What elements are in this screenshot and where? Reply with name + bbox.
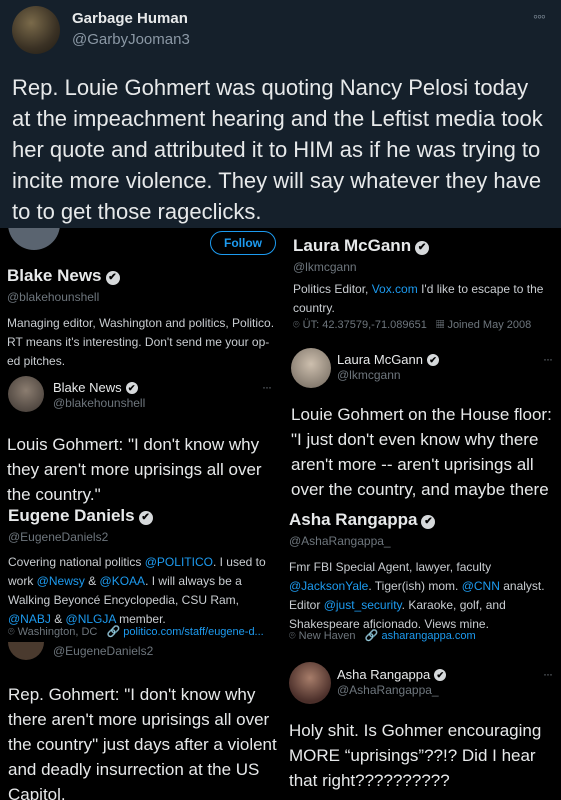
bio-text: & — [50, 612, 66, 626]
more-options-icon[interactable]: ◦◦◦ — [533, 8, 546, 24]
author-handle[interactable]: @lkmcgann — [337, 368, 401, 382]
avatar[interactable] — [8, 228, 60, 250]
avatar[interactable] — [291, 348, 331, 388]
author-handle[interactable]: @GarbyJooman3 — [72, 31, 190, 48]
profile-card-asha: Asha Rangappa ✔ @AshaRangappa_ Fmr FBI Sp… — [285, 508, 561, 654]
tweet-text: Louie Gohmert on the House floor: "I jus… — [291, 405, 552, 508]
tweet-laura: Laura McGann ✔ @lkmcgann ··· Louie Gohmer… — [285, 336, 561, 508]
profile-name[interactable]: Blake News — [7, 266, 102, 285]
location-icon: ⌾ — [289, 630, 296, 642]
bio-text: Covering national politics — [8, 555, 145, 569]
website-link[interactable]: politico.com/staff/eugene-d... — [123, 626, 263, 638]
tweet-text: Rep. Gohmert: "I don't know why there ar… — [8, 685, 277, 800]
verified-icon: ✔ — [421, 515, 436, 529]
mention-link[interactable]: @CNN — [462, 579, 500, 593]
bio-text: Fmr FBI Special Agent, lawyer, faculty — [289, 560, 492, 574]
profile-bio: Fmr FBI Special Agent, lawyer, faculty @… — [289, 558, 557, 634]
location-text: New Haven — [298, 630, 356, 642]
main-tweet: Garbage Human @GarbyJooman3 ◦◦◦ Rep. Lou… — [0, 0, 561, 228]
more-options-icon[interactable]: ··· — [262, 380, 272, 394]
author-name[interactable]: Asha Rangappa — [337, 667, 430, 682]
mention-link[interactable]: @Newsy — [37, 574, 85, 588]
author-name[interactable]: Blake News — [53, 380, 122, 395]
verified-icon: ✔ — [125, 382, 138, 394]
profile-handle[interactable]: @EugeneDaniels2 — [8, 530, 108, 544]
profile-name[interactable]: Laura McGann — [293, 236, 411, 255]
joined-text: Joined May 2008 — [447, 319, 532, 331]
profile-card-eugene: Eugene Daniels ✔ @EugeneDaniels2 Covering… — [0, 506, 285, 642]
profile-handle[interactable]: @blakehounshell — [7, 290, 99, 304]
follow-button[interactable]: Follow — [210, 231, 276, 255]
tweet-eugene: @EugeneDaniels2 Rep. Gohmert: "I don't k… — [0, 642, 285, 800]
profile-bio: Managing editor, Washington and politics… — [7, 316, 275, 368]
profile-meta: ⌾ ÜT: 42.37579,-71.089651 ▦ Joined May 2… — [293, 319, 559, 332]
website-link[interactable]: Vox.com — [372, 282, 418, 296]
author-name[interactable]: Garbage Human — [72, 10, 188, 27]
location-text: Washington, DC — [17, 626, 98, 638]
profile-bio: Politics Editor, Vox.com I'd like to esc… — [293, 280, 555, 318]
mention-link[interactable]: @NLGJA — [66, 612, 116, 626]
website-link[interactable]: asharangappa.com — [381, 630, 475, 642]
bio-text: . Tiger(ish) mom. — [368, 579, 462, 593]
author-handle[interactable]: @EugeneDaniels2 — [53, 644, 153, 658]
author-handle[interactable]: @blakehounshell — [53, 396, 145, 410]
more-options-icon[interactable]: ··· — [543, 352, 553, 366]
profile-card-laura: Laura McGann ✔ @lkmcgann Politics Editor,… — [285, 228, 561, 336]
more-options-icon[interactable]: ··· — [543, 667, 553, 681]
avatar[interactable] — [289, 662, 331, 704]
tweet-text: Holy shit. Is Gohmer encouraging MORE “u… — [289, 721, 542, 790]
profile-meta: ⌾ New Haven 🔗 asharangappa.com — [289, 629, 559, 643]
location-text: ÜT: 42.37579,-71.089651 — [302, 319, 427, 331]
author-name[interactable]: Laura McGann — [337, 352, 423, 367]
location-icon: ⌾ — [293, 319, 300, 331]
link-icon: 🔗 — [364, 630, 379, 642]
profile-meta: ⌾ Washington, DC 🔗 politico.com/staff/eu… — [8, 625, 283, 639]
mention-link[interactable]: @NABJ — [8, 612, 51, 626]
mention-link[interactable]: @JacksonYale — [289, 579, 368, 593]
avatar[interactable] — [8, 376, 44, 412]
location-icon: ⌾ — [8, 626, 15, 638]
tweet-asha: Asha Rangappa ✔ @AshaRangappa_ ··· Holy s… — [285, 654, 561, 800]
verified-icon: ✔ — [105, 271, 120, 285]
verified-icon: ✔ — [427, 354, 439, 366]
bio-text: & — [84, 574, 100, 588]
tweet-text: Rep. Louie Gohmert was quoting Nancy Pel… — [12, 75, 543, 224]
tweet-blake: Blake News ✔ @blakehounshell ··· Louis Go… — [0, 368, 285, 506]
profile-name[interactable]: Asha Rangappa — [289, 510, 417, 529]
verified-icon: ✔ — [138, 511, 153, 525]
mention-link[interactable]: @just_security — [324, 598, 402, 612]
profile-handle[interactable]: @AshaRangappa_ — [289, 534, 391, 548]
mention-link[interactable]: @POLITICO — [145, 555, 213, 569]
profile-name[interactable]: Eugene Daniels — [8, 506, 135, 525]
avatar[interactable] — [12, 6, 60, 54]
verified-icon: ✔ — [415, 241, 430, 255]
mention-link[interactable]: @KOAA — [100, 574, 146, 588]
calendar-icon: ▦ — [436, 319, 445, 331]
bio-text: Politics Editor, — [293, 282, 372, 296]
profile-bio: Covering national politics @POLITICO. I … — [8, 553, 280, 629]
avatar[interactable] — [8, 642, 44, 660]
author-handle[interactable]: @AshaRangappa_ — [337, 683, 439, 697]
verified-icon: ✔ — [434, 669, 447, 681]
tweet-text: Louis Gohmert: "I don't know why they ar… — [7, 435, 262, 504]
profile-card-blake: Follow Blake News ✔ @blakehounshell Manag… — [0, 228, 285, 368]
link-icon: 🔗 — [106, 626, 121, 638]
profile-handle[interactable]: @lkmcgann — [293, 260, 357, 274]
bio-text: member. — [115, 612, 166, 626]
